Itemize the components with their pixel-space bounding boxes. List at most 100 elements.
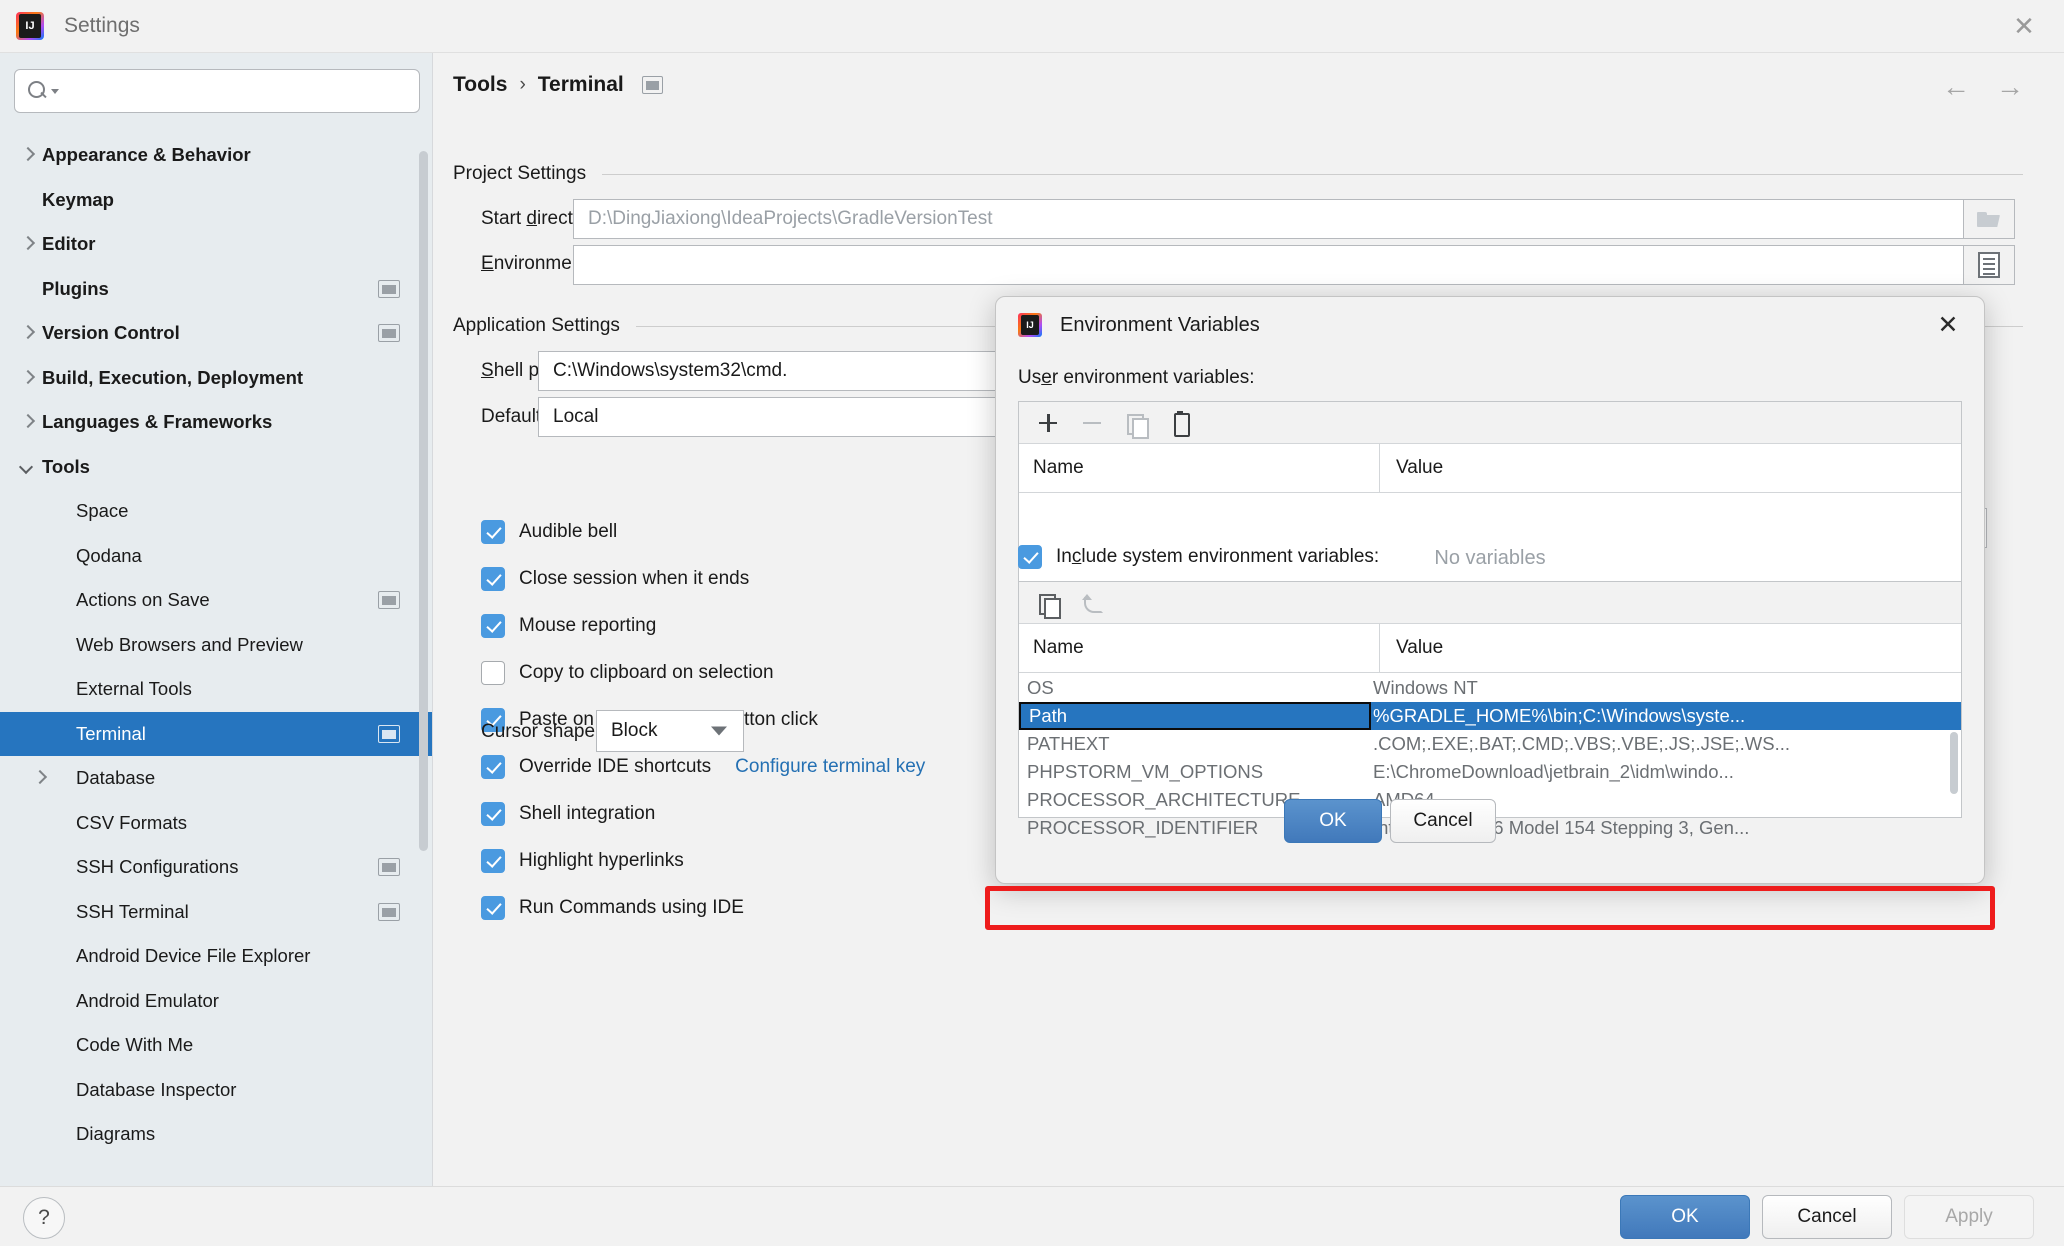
sidebar-item-space[interactable]: Space	[0, 489, 432, 534]
sidebar-item-diff-merge[interactable]: Diff & Merge	[0, 1157, 432, 1164]
forward-arrow-icon[interactable]: →	[1996, 73, 2024, 101]
sidebar-item-external-tools[interactable]: External Tools	[0, 667, 432, 712]
table-row[interactable]: OS Windows NT	[1019, 674, 1961, 702]
search-icon	[27, 80, 49, 102]
system-env-variables-table: Name Value OS Windows NT Path %GRADLE_HOME%…	[1018, 581, 1962, 838]
open-env-variables-button[interactable]	[1963, 245, 2015, 285]
add-icon[interactable]	[1035, 410, 1061, 436]
back-arrow-icon[interactable]: ←	[1942, 73, 1970, 101]
checkbox-audible-bell[interactable]	[481, 520, 505, 544]
checkbox-row-shell-integration[interactable]: Shell integration	[481, 802, 655, 826]
checkbox-mouse-reporting[interactable]	[481, 614, 505, 638]
env-dialog-cancel-button[interactable]: Cancel	[1390, 799, 1496, 843]
sidebar-item-version-control[interactable]: Version Control	[0, 311, 432, 356]
search-box[interactable]	[14, 69, 420, 113]
help-button[interactable]: ?	[23, 1197, 65, 1239]
sidebar-item-actions-on-save[interactable]: Actions on Save	[0, 578, 432, 623]
checkbox-row-highlight-hyperlinks[interactable]: Highlight hyperlinks	[481, 849, 684, 873]
copy-icon[interactable]	[1035, 590, 1061, 619]
env-dialog-ok-button[interactable]: OK	[1284, 799, 1382, 843]
cell-value: E:\ChromeDownload\jetbrain_2\idm\windo..…	[1373, 761, 1734, 782]
sidebar-item-database[interactable]: Database	[0, 756, 432, 801]
checkbox-row-copy-to-clipboard-on-selection[interactable]: Copy to clipboard on selection	[481, 661, 774, 685]
checkbox-row-close-session-when-it-ends[interactable]: Close session when it ends	[481, 567, 749, 591]
column-header-value[interactable]: Value	[1380, 637, 1961, 659]
checkbox-row-override-ide-shortcuts[interactable]: Override IDE shortcuts Configure terminal…	[481, 755, 925, 779]
sidebar-item-label: SSH Terminal	[76, 900, 189, 922]
close-icon[interactable]: ✕	[1932, 309, 1964, 341]
table-row[interactable]: PATHEXT .COM;.EXE;.BAT;.CMD;.VBS;.VBE;.JS…	[1019, 730, 1961, 758]
environment-variables-input[interactable]	[573, 245, 2013, 285]
sidebar-item-appearance-behavior[interactable]: Appearance & Behavior	[0, 133, 432, 178]
column-header-name[interactable]: Name	[1019, 637, 1379, 659]
sidebar-item-tools[interactable]: Tools	[0, 445, 432, 490]
checkbox-label: Close session when it ends	[519, 568, 750, 589]
checkbox-run-commands-using-ide[interactable]	[481, 896, 505, 920]
sidebar-item-label: Terminal	[76, 722, 146, 744]
sidebar-item-label: Tools	[42, 455, 90, 477]
column-header-value[interactable]: Value	[1380, 457, 1961, 479]
configure-terminal-keybindings-link[interactable]: Configure terminal key	[735, 756, 925, 778]
remove-icon[interactable]	[1079, 410, 1105, 436]
cell-name: OS	[1027, 677, 1054, 698]
table-row[interactable]: Path %GRADLE_HOME%\bin;C:\Windows\syste..…	[1019, 702, 1961, 730]
sidebar-item-android-emulator[interactable]: Android Emulator	[0, 979, 432, 1024]
chevron-right-icon[interactable]	[18, 368, 38, 388]
checkbox-label: Highlight hyperlinks	[519, 850, 684, 871]
checkbox-highlight-hyperlinks[interactable]	[481, 849, 505, 873]
chevron-right-icon[interactable]	[18, 412, 38, 432]
sidebar-item-qodana[interactable]: Qodana	[0, 534, 432, 579]
checkbox-close-session-when-it-ends[interactable]	[481, 567, 505, 591]
checkbox-row-run-commands-using-ide[interactable]: Run Commands using IDE	[481, 896, 744, 920]
sidebar-item-diagrams[interactable]: Diagrams	[0, 1112, 432, 1157]
table-row[interactable]: PHPSTORM_VM_OPTIONS E:\ChromeDownload\jet…	[1019, 758, 1961, 786]
sidebar-item-code-with-me[interactable]: Code With Me	[0, 1023, 432, 1068]
sidebar-item-terminal[interactable]: Terminal	[0, 711, 432, 756]
checkbox-shell-integration[interactable]	[481, 802, 505, 826]
sidebar-item-editor[interactable]: Editor	[0, 222, 432, 267]
checkbox-label: Audible bell	[519, 521, 618, 542]
chevron-right-icon[interactable]	[18, 323, 38, 343]
paste-icon[interactable]	[1167, 410, 1193, 437]
chevron-down-icon[interactable]	[51, 88, 59, 94]
breadcrumb-root[interactable]: Tools	[453, 73, 507, 97]
column-header-name[interactable]: Name	[1019, 457, 1379, 479]
checkbox-copy-to-clipboard-on-selection[interactable]	[481, 661, 505, 685]
sidebar-item-build-execution-deployment[interactable]: Build, Execution, Deployment	[0, 356, 432, 401]
copy-icon[interactable]	[1123, 410, 1149, 439]
ok-button[interactable]: OK	[1620, 1195, 1750, 1239]
sidebar-item-label: CSV Formats	[76, 811, 188, 833]
sidebar-item-database-inspector[interactable]: Database Inspector	[0, 1068, 432, 1113]
sidebar-item-plugins[interactable]: Plugins	[0, 267, 432, 312]
checkbox-row-mouse-reporting[interactable]: Mouse reporting	[481, 614, 656, 638]
include-system-env-checkbox[interactable]	[1018, 545, 1042, 569]
sidebar-item-languages-frameworks[interactable]: Languages & Frameworks	[0, 400, 432, 445]
chevron-right-icon[interactable]	[18, 234, 38, 254]
sidebar-item-ssh-configurations[interactable]: SSH Configurations	[0, 845, 432, 890]
sidebar-item-web-browsers-and-preview[interactable]: Web Browsers and Preview	[0, 623, 432, 668]
cancel-button[interactable]: Cancel	[1762, 1195, 1892, 1239]
search-input[interactable]	[65, 80, 419, 102]
browse-directory-button[interactable]	[1963, 199, 2015, 239]
chevron-right-icon[interactable]	[30, 768, 50, 788]
checkbox-override-ide-shortcuts[interactable]	[481, 755, 505, 779]
close-icon[interactable]: ✕	[2006, 8, 2042, 44]
revert-icon[interactable]	[1079, 590, 1105, 616]
sidebar-scrollbar[interactable]	[419, 151, 428, 851]
sidebar-item-ssh-terminal[interactable]: SSH Terminal	[0, 890, 432, 935]
cursor-shape-select[interactable]: Block	[596, 710, 744, 752]
folder-icon	[1977, 210, 2001, 228]
include-system-env-checkbox-row[interactable]: Include system environment variables:	[1018, 545, 1379, 569]
chevron-right-icon[interactable]	[18, 145, 38, 165]
chevron-down-icon[interactable]	[18, 457, 38, 477]
system-table-scrollbar[interactable]	[1950, 732, 1958, 794]
checkbox-row-audible-bell[interactable]: Audible bell	[481, 520, 617, 544]
user-env-toolbar	[1019, 402, 1961, 444]
start-directory-input[interactable]: D:\DingJiaxiong\IdeaProjects\GradleVersi…	[573, 199, 2013, 239]
project-scope-icon	[641, 76, 663, 94]
sidebar-item-android-device-file-explorer[interactable]: Android Device File Explorer	[0, 934, 432, 979]
sidebar-item-keymap[interactable]: Keymap	[0, 178, 432, 223]
apply-button[interactable]: Apply	[1904, 1195, 2034, 1239]
sidebar-item-csv-formats[interactable]: CSV Formats	[0, 801, 432, 846]
